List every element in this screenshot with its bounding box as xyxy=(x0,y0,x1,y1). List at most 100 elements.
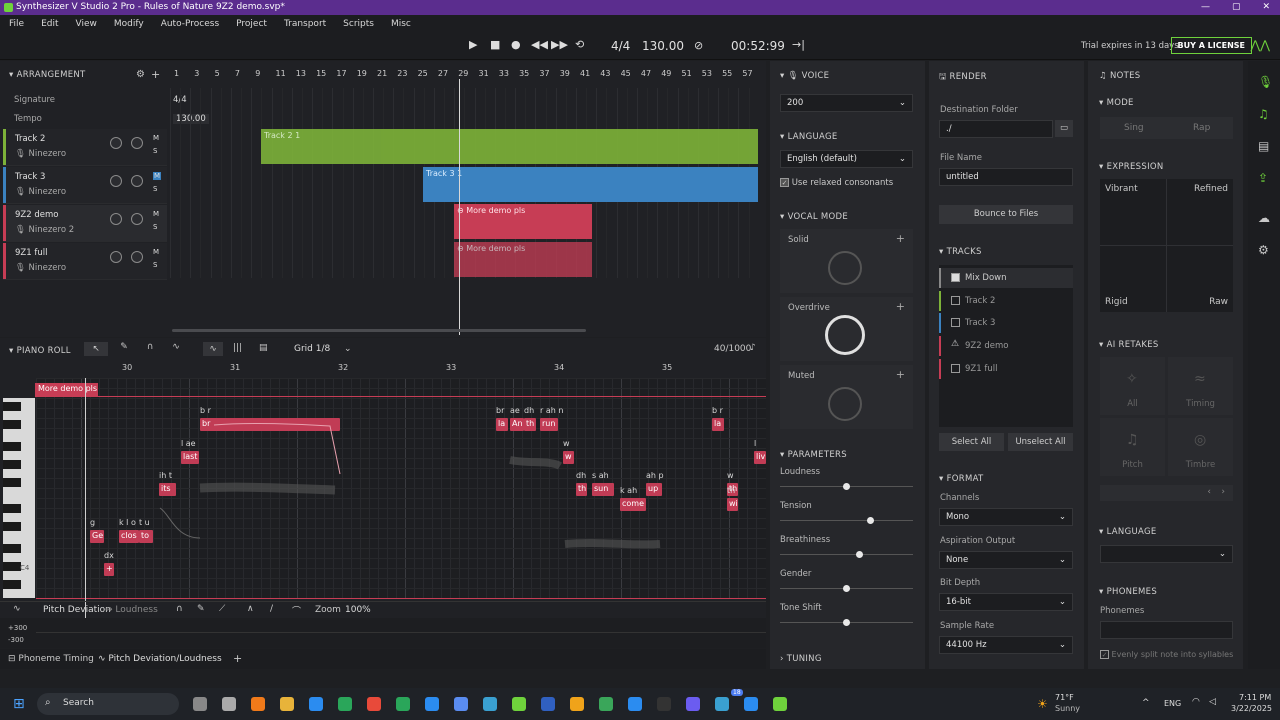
settings-icon[interactable]: ⚙ xyxy=(136,69,145,80)
track-name[interactable]: 9Z2 demo xyxy=(15,210,58,220)
warning-icon[interactable]: ⚠ xyxy=(951,339,959,349)
music-icon[interactable] xyxy=(367,697,381,711)
vocal-mode-card[interactable]: Solid + xyxy=(780,229,913,293)
relaxed-consonants-checkbox[interactable]: ✓ Use relaxed consonants xyxy=(780,178,893,188)
language-indicator[interactable]: ENG xyxy=(1164,699,1181,708)
clip-9z1-full[interactable]: ⊖ More demo pls xyxy=(454,242,592,277)
file-name-input[interactable]: untitled xyxy=(939,168,1073,186)
pinned-app-icon[interactable] xyxy=(338,697,352,711)
wifi-icon[interactable]: ◠ xyxy=(1192,697,1200,707)
folder-icon[interactable] xyxy=(280,697,294,711)
loop-icon[interactable]: ⟲ xyxy=(575,38,584,51)
unselect-all-button[interactable]: Unselect All xyxy=(1008,433,1073,451)
volume-icon[interactable]: ◁ xyxy=(1209,697,1216,707)
gear-icon[interactable]: ⚙ xyxy=(1258,243,1269,257)
volume-knob[interactable] xyxy=(110,251,122,263)
track-voice[interactable]: 🎙 Ninezero xyxy=(15,263,66,273)
menu-modify[interactable]: Modify xyxy=(114,15,144,33)
render-track-row[interactable]: Track 3 xyxy=(939,313,1073,334)
tuning-title[interactable]: › TUNING xyxy=(780,654,822,664)
pan-knob[interactable] xyxy=(131,175,143,187)
volume-knob[interactable] xyxy=(110,137,122,149)
close-button[interactable]: ✕ xyxy=(1262,0,1270,15)
pinned-app-icon[interactable] xyxy=(599,697,613,711)
param-slider-handle[interactable] xyxy=(866,517,874,524)
pinned-app-icon[interactable] xyxy=(657,697,671,711)
clip-track3[interactable]: Track 3 1 xyxy=(423,167,758,202)
sample-rate-select[interactable]: 44100 Hz ⌄ xyxy=(939,636,1073,654)
weather-icon[interactable]: ☀ xyxy=(1037,697,1048,711)
pinned-app-icon[interactable] xyxy=(454,697,468,711)
param-slider-handle[interactable] xyxy=(856,551,864,558)
volume-knob[interactable] xyxy=(110,213,122,225)
param-track[interactable] xyxy=(780,520,913,521)
mute-button[interactable]: M xyxy=(153,248,159,256)
weather-temp[interactable]: 71°F xyxy=(1055,693,1074,702)
pan-knob[interactable] xyxy=(131,213,143,225)
stop-icon[interactable]: ■ xyxy=(490,38,500,51)
triangle-tool-icon[interactable]: ∧ xyxy=(247,604,254,614)
render-track-checkbox[interactable] xyxy=(951,295,960,305)
fast-forward-icon[interactable]: ▶▶ xyxy=(551,38,568,51)
chrome-icon[interactable] xyxy=(309,697,323,711)
channels-select[interactable]: Mono ⌄ xyxy=(939,508,1073,526)
solo-button[interactable]: S xyxy=(153,147,157,155)
weather-text[interactable]: Sunny xyxy=(1055,704,1080,713)
menu-file[interactable]: File xyxy=(9,15,24,33)
record-icon[interactable]: ● xyxy=(511,38,521,51)
retake-button[interactable]: ✧ All xyxy=(1100,357,1165,415)
track-name[interactable]: 9Z1 full xyxy=(15,248,47,258)
mode-strength-knob[interactable] xyxy=(828,251,862,285)
track-row[interactable]: 9Z2 demo 🎙 Ninezero 2 MS xyxy=(3,205,167,242)
maximize-button[interactable]: ▢ xyxy=(1232,0,1241,15)
rewind-icon[interactable]: ◀◀ xyxy=(531,38,548,51)
pinned-app-icon[interactable] xyxy=(425,697,439,711)
menu-misc[interactable]: Misc xyxy=(391,15,411,33)
track-row[interactable]: 9Z1 full 🎙 Ninezero M S xyxy=(3,243,167,280)
retake-button[interactable]: ≈ Timing xyxy=(1168,357,1233,415)
export-icon[interactable]: ⇪ xyxy=(1258,171,1268,185)
pinned-app-icon[interactable] xyxy=(251,697,265,711)
pinned-app-icon[interactable] xyxy=(541,697,555,711)
language-select[interactable]: English (default) ⌄ xyxy=(780,150,913,168)
mode-strength-knob[interactable] xyxy=(828,387,862,421)
metronome-icon[interactable]: ⊘ xyxy=(694,39,703,52)
buy-license-button[interactable]: BUY A LICENSE xyxy=(1170,37,1252,54)
taskbar-search[interactable]: ⌕ Search xyxy=(37,693,179,715)
pinned-app-icon[interactable] xyxy=(570,697,584,711)
phonemes-input[interactable] xyxy=(1100,621,1233,639)
add-icon[interactable]: + xyxy=(896,368,905,381)
select-all-button[interactable]: Select All xyxy=(939,433,1004,451)
cloud-icon[interactable]: ☁ xyxy=(1258,211,1270,225)
add-icon[interactable]: + xyxy=(896,232,905,245)
track-row[interactable]: Track 2 🎙 Ninezero M S xyxy=(3,129,167,166)
time-signature-display[interactable]: 4/4 xyxy=(611,39,630,53)
menu-project[interactable]: Project xyxy=(236,15,267,33)
windows-start-icon[interactable]: ⊞ xyxy=(13,696,25,712)
mute-button[interactable]: M xyxy=(153,172,162,180)
arrangement-ruler[interactable]: 1 3 5 7 9 11 13 15 17 19 21 23 25 27 29 31 33 35 37 39 41 43 4… xyxy=(170,69,766,81)
solo-button[interactable]: S xyxy=(153,185,157,193)
tray-chevron-icon[interactable]: ^ xyxy=(1142,698,1150,708)
render-track-row[interactable]: ⚠ 9Z2 demo xyxy=(939,336,1073,357)
param-slider-handle[interactable] xyxy=(843,483,850,490)
document-icon[interactable]: ▤ xyxy=(1258,139,1269,153)
notes-language-select[interactable]: ⌄ xyxy=(1100,545,1233,563)
track-voice[interactable]: 🎙 Ninezero xyxy=(15,187,66,197)
bit-depth-select[interactable]: 16-bit ⌄ xyxy=(939,593,1073,611)
voice-select[interactable]: 200 ⌄ xyxy=(780,94,913,112)
playhead[interactable] xyxy=(459,79,460,335)
notes-icon[interactable]: ♫ xyxy=(1258,107,1269,121)
mode-strength-knob[interactable] xyxy=(825,315,865,355)
aspiration-select[interactable]: None ⌄ xyxy=(939,551,1073,569)
slash-tool-icon[interactable]: / xyxy=(270,604,273,614)
synth-icon[interactable] xyxy=(483,697,497,711)
clip-track2[interactable]: Track 2 1 xyxy=(261,129,758,164)
pitch-deviation-tab[interactable]: Pitch Deviation xyxy=(43,605,111,615)
horizontal-scrollbar[interactable] xyxy=(172,329,586,332)
menu-scripts[interactable]: Scripts xyxy=(343,15,374,33)
curve-tool-icon[interactable]: ∩ xyxy=(176,604,183,614)
param-slider-handle[interactable] xyxy=(843,585,850,592)
pitch-loudness-tab[interactable]: ∿ Pitch Deviation/Loudness xyxy=(98,654,222,664)
track-voice[interactable]: 🎙 Ninezero xyxy=(15,149,66,159)
